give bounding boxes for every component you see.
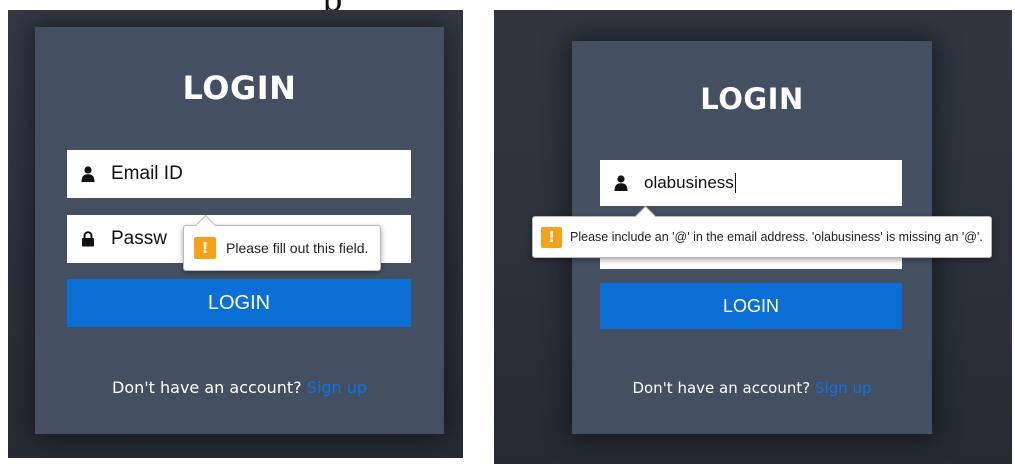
left-login-screenshot: LOGIN Email ID Passw LOGIN Don't have an… [8, 10, 463, 458]
email-placeholder: Email ID [111, 163, 183, 184]
signup-prompt-text: Don't have an account? [112, 378, 302, 397]
validation-message: Please include an '@' in the email addre… [570, 230, 983, 244]
signup-link[interactable]: Sign up [307, 378, 367, 397]
login-button[interactable]: LOGIN [67, 279, 411, 327]
validation-tooltip: ! Please include an '@' in the email add… [532, 216, 992, 258]
login-title: LOGIN [182, 69, 297, 107]
email-value: olabusiness [644, 173, 734, 192]
text-caret [734, 173, 736, 193]
signup-prompt: Don't have an account? Sign up [35, 378, 444, 397]
password-placeholder: Passw [111, 228, 167, 249]
login-card: LOGIN Email ID Passw LOGIN Don't have an… [35, 27, 444, 434]
user-icon [81, 166, 95, 182]
lock-icon [82, 231, 94, 247]
validation-tooltip: ! Please fill out this field. [183, 225, 382, 271]
signup-prompt: Don't have an account? Sign up [572, 379, 932, 397]
warning-icon: ! [194, 237, 216, 259]
signup-prompt-text: Don't have an account? [632, 379, 811, 397]
validation-message: Please fill out this field. [226, 240, 369, 256]
email-field[interactable]: Email ID [67, 150, 411, 198]
login-button[interactable]: LOGIN [600, 283, 902, 329]
signup-link[interactable]: Sign up [815, 379, 872, 397]
login-title: LOGIN [700, 82, 804, 116]
right-login-screenshot: LOGIN olabusiness LOGIN Don't have an ac… [494, 10, 1012, 464]
email-field[interactable]: olabusiness [600, 160, 902, 206]
user-icon [614, 175, 628, 191]
warning-icon: ! [541, 226, 562, 248]
